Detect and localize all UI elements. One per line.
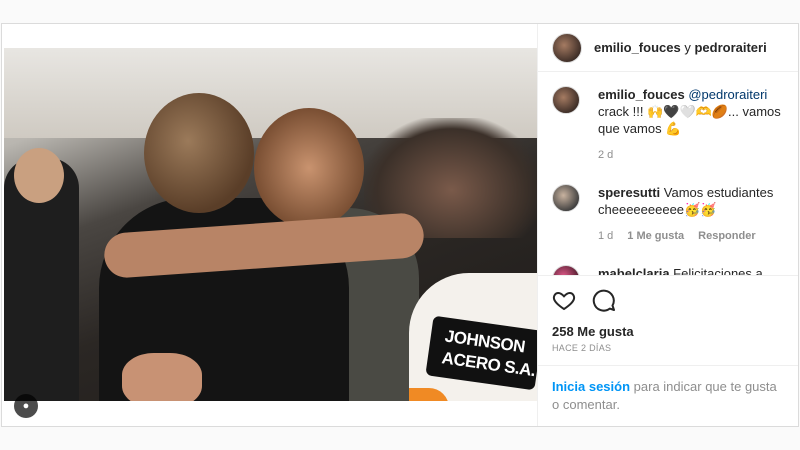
post-sidebar: emilio_fouces y pedroraiteri emilio_fouc… — [537, 24, 798, 426]
comment-avatar[interactable] — [552, 86, 580, 115]
post-actions: 258 Me gusta HACE 2 DÍAS — [538, 275, 798, 353]
comment-time[interactable]: 1 d — [598, 228, 613, 245]
post-card: JOHNSON ACERO S.A. ● emilio_fouces y ped… — [1, 23, 799, 427]
action-icons — [552, 288, 784, 316]
comment-body: mabelclaria Felicitaciones a Emilio y Pe… — [598, 265, 784, 275]
post-header: emilio_fouces y pedroraiteri — [538, 24, 798, 73]
comment-username[interactable]: mabelclaria — [598, 266, 670, 275]
comment-time[interactable]: 2 d — [598, 147, 613, 164]
comment-meta: 1 d 1 Me gusta Responder — [598, 228, 784, 245]
comment-username[interactable]: emilio_fouces — [598, 87, 685, 102]
photo-left-face — [14, 148, 64, 203]
author-link-2[interactable]: pedroraiteri — [694, 40, 766, 55]
user-tag-icon: ● — [22, 400, 30, 412]
comment-button[interactable] — [592, 288, 616, 317]
login-prompt: Inicia sesión para indicar que te gusta … — [538, 365, 798, 426]
photo-head-glasses — [254, 108, 364, 228]
author-connector: y — [684, 40, 691, 56]
comment-avatar[interactable] — [552, 265, 580, 275]
like-count[interactable]: 258 Me gusta — [552, 324, 784, 339]
post-media[interactable]: JOHNSON ACERO S.A. ● — [2, 24, 537, 426]
comment-meta: 2 d — [598, 147, 784, 164]
like-button[interactable] — [552, 288, 576, 317]
comment-body: speresutti Vamos estudiantes cheeeeeeeee… — [598, 184, 784, 245]
author-link-1[interactable]: emilio_fouces — [594, 40, 681, 55]
heart-icon — [552, 291, 576, 310]
login-link[interactable]: Inicia sesión — [552, 379, 630, 394]
post-timestamp: HACE 2 DÍAS — [552, 343, 612, 353]
comment-username[interactable]: speresutti — [598, 185, 660, 200]
comment-list[interactable]: emilio_fouces @pedroraiteri crack !!! 🙌🖤… — [538, 72, 798, 275]
comment-body: emilio_fouces @pedroraiteri crack !!! 🙌🖤… — [598, 86, 784, 164]
comment-text: crack !!! 🙌🖤🤍🫶🏉... vamos que vamos 💪 — [598, 104, 781, 137]
user-tag-button[interactable]: ● — [14, 394, 38, 418]
post-authors: emilio_fouces y pedroraiteri — [594, 40, 767, 55]
comment-item: mabelclaria Felicitaciones a Emilio y Pe… — [552, 265, 784, 275]
comment-avatar[interactable] — [552, 184, 580, 213]
reply-button[interactable]: Responder — [698, 228, 755, 245]
comment-item: emilio_fouces @pedroraiteri crack !!! 🙌🖤… — [552, 86, 784, 164]
post-photo[interactable]: JOHNSON ACERO S.A. — [4, 48, 537, 401]
comment-icon — [592, 289, 615, 312]
photo-head-blond — [144, 93, 254, 213]
comment-likes[interactable]: 1 Me gusta — [627, 228, 684, 245]
comment-mention[interactable]: @pedroraiteri — [688, 87, 767, 102]
comment-item: speresutti Vamos estudiantes cheeeeeeeee… — [552, 184, 784, 245]
photo-hand — [122, 353, 202, 401]
avatar[interactable] — [552, 32, 582, 63]
